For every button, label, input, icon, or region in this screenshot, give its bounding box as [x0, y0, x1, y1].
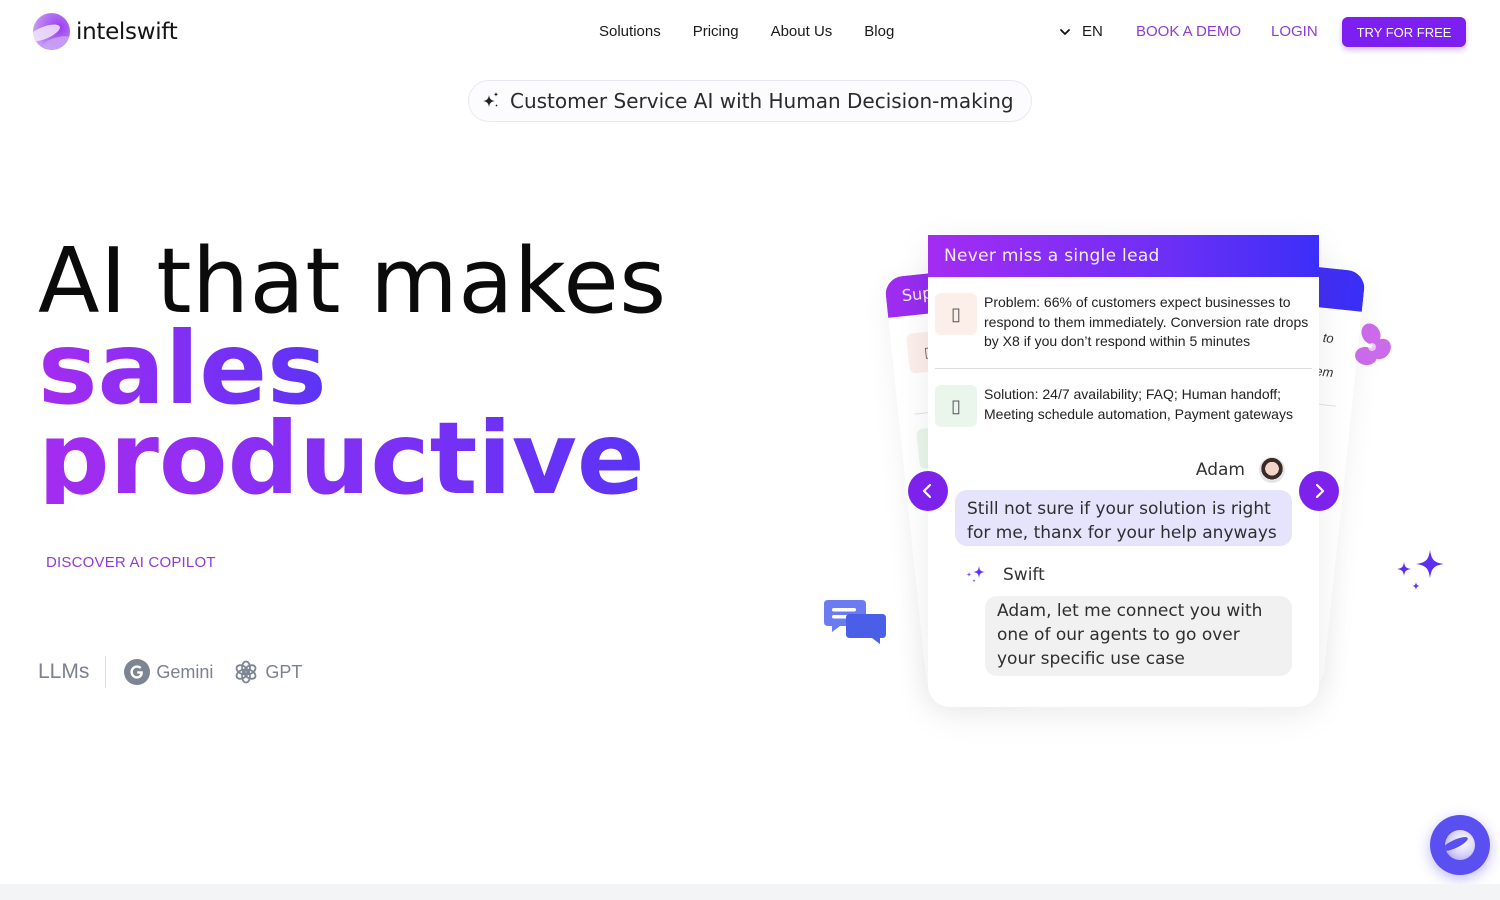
- solution-text: Solution: 24/7 availability; FAQ; Human …: [984, 386, 1293, 422]
- nav-item-about-us[interactable]: About Us: [771, 23, 833, 40]
- tagline-text: Customer Service AI with Human Decision-…: [510, 89, 1014, 113]
- card-divider: [935, 368, 1312, 369]
- carousel-next-button[interactable]: [1299, 471, 1339, 511]
- llms-list: LLMs Gemini GPT: [38, 656, 322, 688]
- user-avatar: [1259, 457, 1285, 483]
- discover-ai-copilot-link[interactable]: DISCOVER AI COPILOT: [46, 554, 216, 571]
- chevron-right-icon: [1315, 483, 1325, 499]
- nav-item-solutions[interactable]: Solutions: [599, 23, 661, 40]
- next-section-band: [0, 884, 1500, 900]
- problem-icon: ▯: [935, 293, 977, 335]
- bot-name: Swift: [1003, 565, 1045, 585]
- site-header: intelswift Solutions Pricing About Us Bl…: [0, 0, 1500, 64]
- tagline-pill: Customer Service AI with Human Decision-…: [468, 80, 1032, 122]
- chat-bubbles-icon: [824, 600, 886, 644]
- ai-sparkle-icon: [966, 566, 985, 583]
- intelswift-logo-icon: [1445, 830, 1475, 860]
- llms-divider: [105, 656, 107, 688]
- sparkle-icon: [483, 92, 499, 107]
- llm-item-gemini: Gemini: [124, 659, 213, 685]
- sparkles-icon: [1397, 550, 1444, 590]
- logo-icon: [33, 13, 70, 50]
- carousel-prev-button[interactable]: [908, 471, 948, 511]
- chevron-down-icon: [1060, 28, 1070, 35]
- user-header: Adam: [1196, 457, 1285, 483]
- google-icon: [124, 659, 151, 685]
- llm-name: Gemini: [156, 661, 214, 682]
- language-code: EN: [1082, 23, 1103, 40]
- chevron-left-icon: [922, 483, 932, 499]
- solution-row: ▯ Solution: 24/7 availability; FAQ; Huma…: [935, 385, 1312, 427]
- user-message-bubble: Still not sure if your solution is right…: [955, 490, 1292, 546]
- llm-item-gpt: GPT: [233, 659, 302, 685]
- llm-name: GPT: [265, 661, 303, 682]
- llms-label: LLMs: [38, 660, 90, 683]
- card-text-fragment: to: [1322, 329, 1335, 346]
- card-title: Never miss a single lead: [928, 235, 1319, 277]
- login-link[interactable]: LOGIN: [1271, 23, 1318, 40]
- openai-icon: [236, 660, 257, 684]
- bot-header: Swift: [964, 563, 1045, 587]
- hero-line-3: productive: [38, 400, 645, 517]
- flower-logo-icon: [1355, 323, 1391, 366]
- problem-text: Problem: 66% of customers expect busines…: [984, 294, 1309, 349]
- user-name: Adam: [1195, 460, 1245, 480]
- bot-message-bubble: Adam, let me connect you with one of our…: [985, 596, 1292, 676]
- nav-item-blog[interactable]: Blog: [864, 23, 894, 40]
- logo-text: intelswift: [76, 18, 178, 45]
- nav-item-pricing[interactable]: Pricing: [693, 23, 739, 40]
- book-demo-link[interactable]: BOOK A DEMO: [1136, 23, 1241, 40]
- chat-widget-button[interactable]: [1430, 815, 1490, 875]
- try-for-free-button[interactable]: TRY FOR FREE: [1342, 17, 1466, 47]
- carousel-card-active: Never miss a single lead ▯ Problem: 66% …: [928, 235, 1319, 707]
- solution-icon: ▯: [935, 385, 977, 427]
- logo-link[interactable]: intelswift: [33, 13, 178, 50]
- problem-row: ▯ Problem: 66% of customers expect busin…: [935, 293, 1312, 352]
- main-nav: Solutions Pricing About Us Blog: [599, 23, 926, 40]
- language-selector[interactable]: EN: [1058, 23, 1103, 40]
- hero-headline: AI that makes sales productive: [38, 232, 667, 517]
